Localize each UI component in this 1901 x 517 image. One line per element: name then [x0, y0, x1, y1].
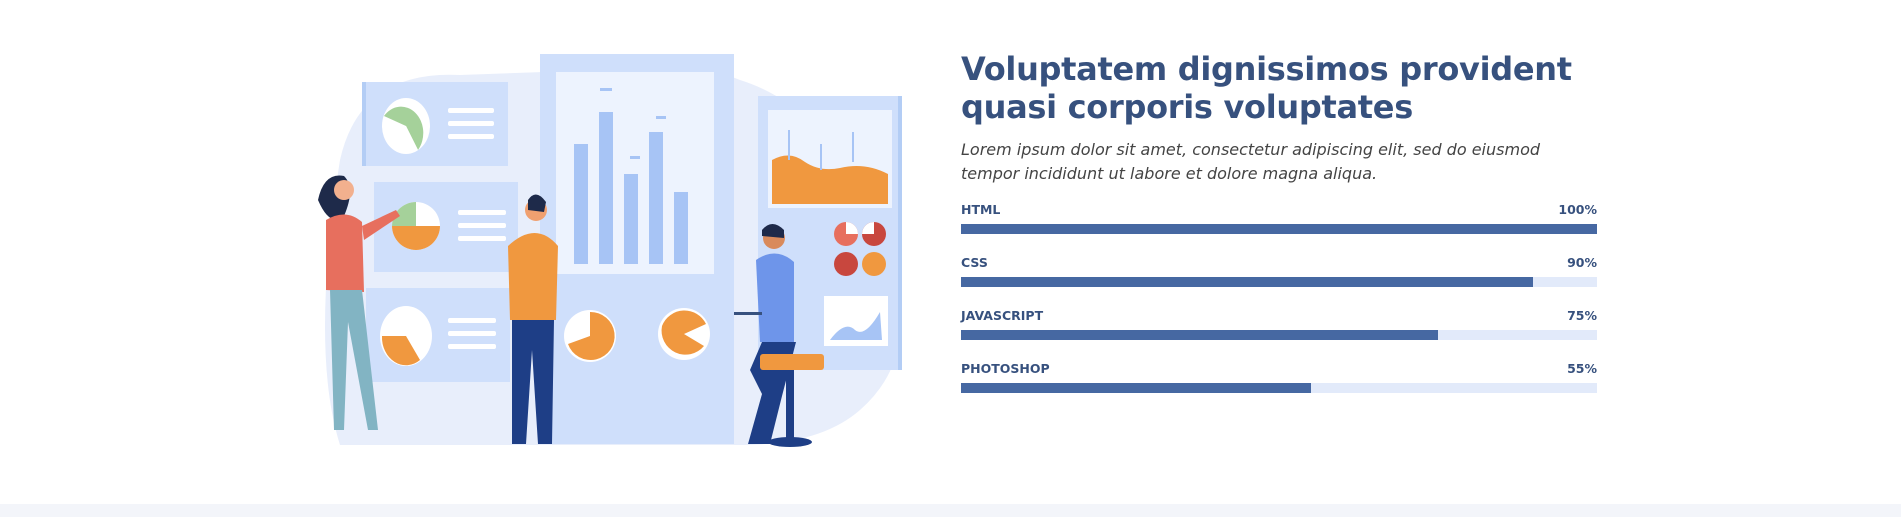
skill-percent: 100% [1558, 202, 1597, 217]
title-line-2: quasi corporis voluptates [961, 88, 1413, 126]
next-section-edge [0, 504, 1901, 517]
progress-fill [961, 330, 1438, 340]
progress-track [961, 383, 1597, 393]
skill-percent: 90% [1567, 255, 1597, 270]
skill-name: PHOTOSHOP [961, 361, 1050, 376]
progress-track [961, 277, 1597, 287]
skills-list: HTML 100% CSS 90% JAVASCRIPT 75% PHOTOSH… [961, 202, 1597, 393]
section-title: Voluptatem dignissimos provident quasi c… [961, 50, 1597, 126]
progress-track [961, 224, 1597, 234]
skill-name: CSS [961, 255, 988, 270]
skill-html: HTML 100% [961, 202, 1597, 234]
progress-fill [961, 224, 1597, 234]
skill-name: HTML [961, 202, 1001, 217]
section-description: Lorem ipsum dolor sit amet, consectetur … [961, 140, 1541, 183]
skill-javascript: JAVASCRIPT 75% [961, 308, 1597, 340]
progress-fill [961, 383, 1311, 393]
skills-section: Voluptatem dignissimos provident quasi c… [961, 50, 1597, 414]
skill-css: CSS 90% [961, 255, 1597, 287]
progress-fill [961, 277, 1534, 287]
skill-percent: 75% [1567, 308, 1597, 323]
progress-track [961, 330, 1597, 340]
team-analytics-illustration [318, 54, 902, 447]
title-line-1: Voluptatem dignissimos provident [961, 50, 1572, 88]
skill-percent: 55% [1567, 361, 1597, 376]
skill-photoshop: PHOTOSHOP 55% [961, 361, 1597, 393]
skill-name: JAVASCRIPT [961, 308, 1044, 323]
